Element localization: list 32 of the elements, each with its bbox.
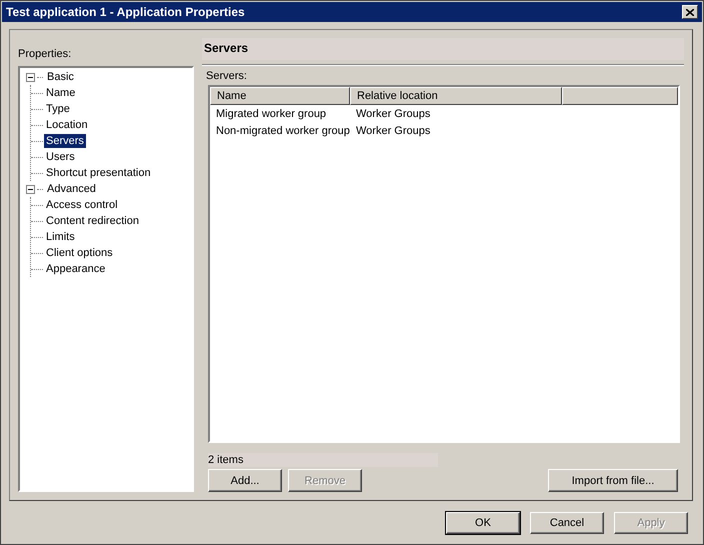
column-header[interactable]: Relative location — [350, 87, 562, 105]
close-icon — [686, 8, 694, 16]
tree-item[interactable]: Type — [44, 102, 72, 116]
list-label: Servers: — [206, 69, 248, 83]
tree-item[interactable]: Location — [44, 118, 90, 132]
collapse-icon[interactable] — [26, 72, 35, 82]
button[interactable]: Import from file... — [548, 469, 678, 492]
table-cell: Non-migrated worker group — [216, 124, 350, 136]
close-button[interactable] — [682, 5, 698, 19]
tree-item[interactable]: Access control — [44, 198, 120, 212]
item-count: 2 items — [208, 454, 244, 466]
tree-item[interactable]: Users — [44, 150, 77, 164]
button[interactable]: Cancel — [530, 512, 604, 534]
tree-item[interactable]: Servers — [44, 134, 86, 148]
tree-item[interactable]: Shortcut presentation — [44, 166, 153, 180]
table-cell: Worker Groups — [356, 124, 430, 136]
table-cell: Migrated worker group — [216, 108, 326, 120]
tree-item[interactable]: Content redirection — [44, 214, 141, 228]
tree-item[interactable]: Name — [44, 86, 78, 100]
collapse-icon[interactable] — [26, 184, 35, 194]
tree-item[interactable]: Appearance — [44, 262, 108, 276]
properties-label: Properties: — [18, 48, 72, 60]
tree-item[interactable]: Basic — [45, 70, 76, 84]
column-header[interactable]: Name — [210, 87, 350, 105]
page-heading: Servers — [202, 38, 684, 60]
tree-item[interactable]: Advanced — [45, 182, 98, 196]
button[interactable]: Add... — [208, 469, 282, 492]
tree-item[interactable]: Limits — [44, 230, 77, 244]
button[interactable]: OK — [446, 512, 520, 534]
tree-item[interactable]: Client options — [44, 246, 115, 260]
table-cell: Worker Groups — [356, 108, 430, 120]
window-title: Test application 1 - Application Properties — [6, 5, 245, 19]
